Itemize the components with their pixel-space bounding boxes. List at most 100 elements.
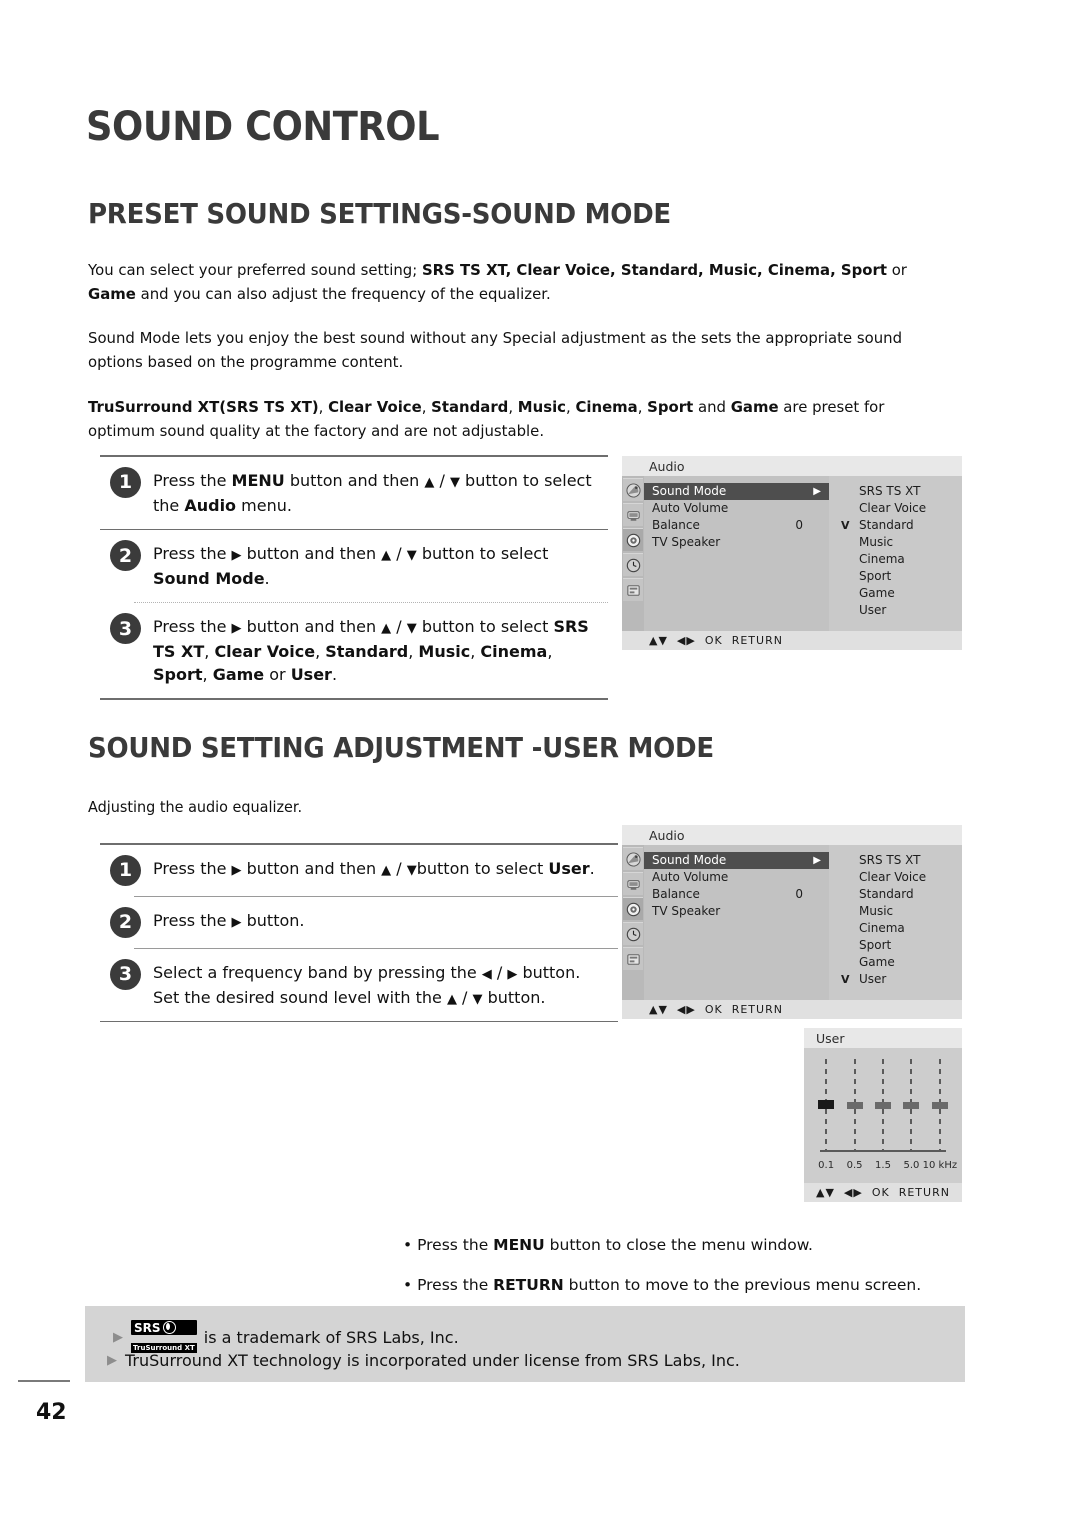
equalizer-band-knob[interactable] — [931, 1102, 948, 1109]
clock-icon[interactable] — [623, 922, 643, 945]
divider — [100, 455, 608, 457]
ok-hint: OK — [704, 1003, 723, 1016]
osd-icon-rail[interactable] — [622, 845, 644, 1000]
page-number: 42 — [36, 1400, 67, 1425]
step-item: 3 Press the ▶ button and then ▲ / ▼ butt… — [110, 613, 608, 686]
step-text: Press the ▶ button and then ▲ / ▼button … — [153, 858, 595, 878]
section-heading-preset-sound-settings: PRESET SOUND SETTINGS-SOUND MODE — [88, 197, 671, 230]
picture-tv-icon[interactable] — [623, 503, 643, 526]
equalizer-canvas[interactable]: 0.1 0.5 1.5 5.0 10 kHz — [804, 1048, 962, 1183]
osd-settings-list[interactable]: Sound Mode ▶ Auto Volume Balance 0 TV Sp… — [644, 476, 829, 631]
satellite-dish-icon[interactable] — [623, 847, 643, 870]
osd-row-tv-speaker[interactable]: TV Speaker — [644, 534, 829, 551]
osd-menu-audio-1[interactable]: Audio Sound Mode ▶ Auto Volume Balance 0… — [622, 456, 962, 650]
triangle-bullet-icon: ▶ — [113, 1329, 123, 1345]
audio-disc-icon[interactable] — [623, 528, 643, 551]
osd-title: Audio — [622, 825, 962, 845]
osd-row-label: Balance — [652, 887, 700, 901]
osd-row-label: TV Speaker — [652, 535, 721, 549]
equalizer-band-label: 10 kHz — [922, 1160, 958, 1171]
intro-paragraph-1: You can select your preferred sound sett… — [88, 261, 907, 303]
osd-option-label: User — [859, 972, 887, 986]
osd-option-sport[interactable]: Sport — [829, 568, 962, 585]
audio-disc-icon[interactable] — [623, 897, 643, 920]
osd-title: Audio — [622, 456, 962, 476]
srs-trusurround-logo: SRS TruSurround XT — [131, 1320, 197, 1354]
trademark-box: ▶ SRS TruSurround XT is a trademark of S… — [85, 1306, 965, 1382]
osd-option-standard[interactable]: V Standard — [829, 517, 962, 534]
osd-option-user[interactable]: V User — [829, 971, 962, 988]
equalizer-band-knob[interactable] — [846, 1102, 863, 1109]
osd-menu-audio-2[interactable]: Audio Sound Mode ▶ Auto Volume Balance 0… — [622, 825, 962, 1019]
osd-row-label: Sound Mode — [652, 853, 727, 867]
note-close-menu: • Press the MENU button to close the men… — [403, 1236, 813, 1254]
chevron-right-icon: ▶ — [813, 855, 821, 866]
setup-icon[interactable] — [623, 947, 643, 970]
ok-hint: OK — [704, 634, 723, 647]
osd-title: User — [804, 1028, 962, 1048]
osd-option-label: Music — [859, 535, 894, 549]
osd-row-sound-mode[interactable]: Sound Mode ▶ — [644, 483, 829, 500]
setup-icon[interactable] — [623, 578, 643, 601]
equalizer-band-knob[interactable] — [875, 1102, 891, 1109]
osd-option-label: SRS TS XT — [859, 853, 921, 867]
section-heading-sound-setting-adjustment: SOUND SETTING ADJUSTMENT -USER MODE — [88, 731, 714, 764]
osd-option-cinema[interactable]: Cinema — [829, 920, 962, 937]
osd-option-label: SRS TS XT — [859, 484, 921, 498]
updown-arrows-icon: ▲▼ — [649, 1003, 668, 1016]
osd-row-value: 0 — [795, 887, 803, 901]
step-number-badge: 3 — [110, 958, 141, 990]
return-hint: RETURN — [898, 1186, 950, 1199]
osd-option-game[interactable]: Game — [829, 585, 962, 602]
step-text: Press the ▶ button and then ▲ / ▼ button… — [153, 617, 589, 684]
osd-row-balance[interactable]: Balance 0 — [644, 517, 829, 534]
clock-icon[interactable] — [623, 553, 643, 576]
osd-option-sport[interactable]: Sport — [829, 937, 962, 954]
osd-option-label: Sport — [859, 938, 892, 952]
osd-row-sound-mode[interactable]: Sound Mode ▶ — [644, 852, 829, 869]
osd-option-music[interactable]: Music — [829, 534, 962, 551]
osd-option-music[interactable]: Music — [829, 903, 962, 920]
osd-row-tv-speaker[interactable]: TV Speaker — [644, 903, 829, 920]
osd-options-list[interactable]: SRS TS XT Clear Voice Standard Music Cin… — [829, 845, 962, 1000]
updown-arrows-icon: ▲▼ — [816, 1186, 835, 1199]
osd-equalizer-user[interactable]: User 0.1 0.5 1.5 5.0 10 kHz ▲▼ ◀▶ OK RETURN — [804, 1028, 962, 1202]
manual-page: SOUND CONTROL PRESET SOUND SETTINGS-SOUN… — [0, 0, 1080, 1528]
osd-options-list[interactable]: SRS TS XT Clear Voice V Standard Music Ci… — [829, 476, 962, 631]
osd-body: Sound Mode ▶ Auto Volume Balance 0 TV Sp… — [622, 476, 962, 631]
picture-tv-icon[interactable] — [623, 872, 643, 895]
osd-row-auto-volume[interactable]: Auto Volume — [644, 500, 829, 517]
osd-option-standard[interactable]: Standard — [829, 886, 962, 903]
step-item: 2 Press the ▶ button. — [110, 906, 618, 938]
step-list-preset-sound: 1 Press the MENU button and then ▲ / ▼ b… — [100, 455, 608, 700]
equalizer-band-knob[interactable] — [903, 1102, 920, 1109]
osd-option-cinema[interactable]: Cinema — [829, 551, 962, 568]
divider — [100, 1020, 618, 1022]
osd-icon-rail[interactable] — [622, 476, 644, 631]
step-item: 1 Press the MENU button and then ▲ / ▼ b… — [110, 466, 608, 517]
osd-settings-list[interactable]: Sound Mode ▶ Auto Volume Balance 0 TV Sp… — [644, 845, 829, 1000]
osd-option-clear-voice[interactable]: Clear Voice — [829, 869, 962, 886]
equalizer-band-label: 0.5 — [846, 1160, 863, 1171]
osd-row-balance[interactable]: Balance 0 — [644, 886, 829, 903]
equalizer-band-knob[interactable] — [818, 1100, 835, 1109]
step-item: 1 Press the ▶ button and then ▲ / ▼butto… — [110, 854, 618, 886]
trademark-line-2-text: TruSurround XT technology is incorporate… — [125, 1351, 740, 1370]
osd-row-label: Sound Mode — [652, 484, 727, 498]
srs-circle-icon — [162, 1321, 176, 1334]
return-hint: RETURN — [731, 1003, 783, 1016]
osd-option-game[interactable]: Game — [829, 954, 962, 971]
osd-option-srs-ts-xt[interactable]: SRS TS XT — [829, 852, 962, 869]
trademark-line-2: ▶ TruSurround XT technology is incorpora… — [107, 1351, 740, 1370]
osd-option-srs-ts-xt[interactable]: SRS TS XT — [829, 483, 962, 500]
divider — [134, 947, 618, 949]
divider — [134, 895, 618, 897]
trademark-line-1: ▶ SRS TruSurround XT is a trademark of S… — [113, 1320, 459, 1354]
satellite-dish-icon[interactable] — [623, 478, 643, 501]
osd-option-user[interactable]: User — [829, 602, 962, 619]
osd-row-auto-volume[interactable]: Auto Volume — [644, 869, 829, 886]
step-number-badge: 1 — [110, 854, 141, 886]
step-list-user-mode: 1 Press the ▶ button and then ▲ / ▼butto… — [100, 843, 618, 1022]
divider — [100, 698, 608, 700]
osd-option-clear-voice[interactable]: Clear Voice — [829, 500, 962, 517]
